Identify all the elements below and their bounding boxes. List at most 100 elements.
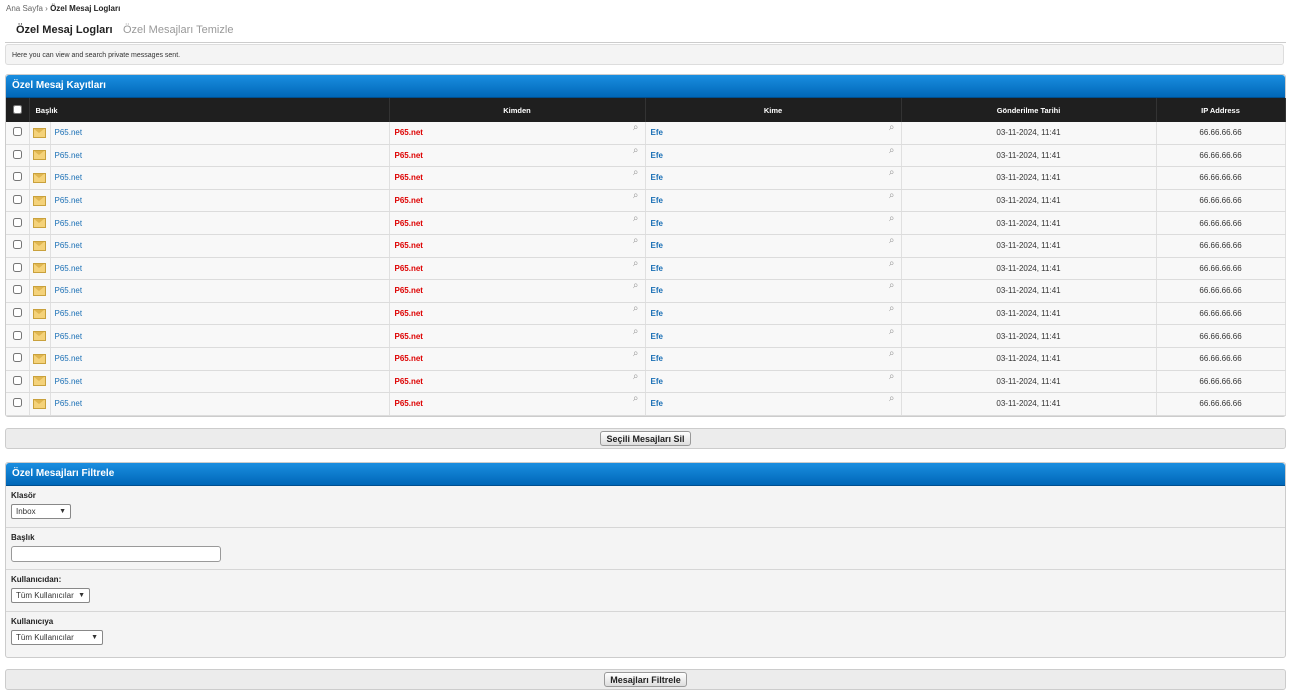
search-icon[interactable]: ⌕ [889, 393, 895, 404]
search-icon[interactable]: ⌕ [889, 348, 895, 359]
subject-link[interactable]: P65.net [51, 286, 83, 295]
column-subject[interactable]: Başlık [29, 98, 390, 122]
search-icon[interactable]: ⌕ [633, 235, 639, 246]
date-cell: 03-11-2024, 11:41 [901, 370, 1157, 394]
sender-link[interactable]: P65.net [390, 309, 423, 318]
recipient-link[interactable]: Efe [646, 309, 663, 318]
search-icon[interactable]: ⌕ [889, 371, 895, 382]
search-icon[interactable]: ⌕ [633, 145, 639, 156]
sender-link[interactable]: P65.net [390, 377, 423, 386]
search-icon[interactable]: ⌕ [889, 167, 895, 178]
subject-link[interactable]: P65.net [51, 196, 83, 205]
column-ip[interactable]: IP Address [1156, 98, 1286, 122]
search-icon[interactable]: ⌕ [889, 235, 895, 246]
search-icon[interactable]: ⌕ [633, 280, 639, 291]
search-icon[interactable]: ⌕ [889, 122, 895, 133]
search-icon[interactable]: ⌕ [633, 167, 639, 178]
subject-cell: P65.net [50, 189, 390, 213]
sender-link[interactable]: P65.net [390, 354, 423, 363]
sender-link[interactable]: P65.net [390, 264, 423, 273]
subject-link[interactable]: P65.net [51, 377, 83, 386]
recipient-link[interactable]: Efe [646, 286, 663, 295]
row-checkbox[interactable] [12, 127, 22, 137]
subject-link[interactable]: P65.net [51, 219, 83, 228]
row-checkbox[interactable] [12, 353, 22, 363]
search-icon[interactable]: ⌕ [633, 371, 639, 382]
subject-link[interactable]: P65.net [51, 241, 83, 250]
sender-link[interactable]: P65.net [390, 241, 423, 250]
row-checkbox[interactable] [12, 195, 22, 205]
delete-selected-button[interactable]: Seçili Mesajları Sil [600, 431, 691, 446]
sender-link[interactable]: P65.net [390, 399, 423, 408]
subject-link[interactable]: P65.net [51, 128, 83, 137]
row-checkbox[interactable] [12, 262, 22, 272]
tab-message-logs[interactable]: Özel Mesaj Logları [16, 24, 113, 36]
row-checkbox[interactable] [12, 285, 22, 295]
column-to[interactable]: Kime [645, 98, 902, 122]
from-cell: P65.net ⌕ [389, 279, 646, 303]
sender-link[interactable]: P65.net [390, 128, 423, 137]
select-all-checkbox[interactable] [12, 104, 22, 114]
to-user-select[interactable]: Tüm Kullanıcılar ▼ [11, 630, 103, 645]
from-user-select[interactable]: Tüm Kullanıcılar ▼ [11, 588, 90, 603]
to-cell: Efe ⌕ [645, 234, 902, 258]
search-icon[interactable]: ⌕ [633, 122, 639, 133]
search-icon[interactable]: ⌕ [633, 190, 639, 201]
sender-link[interactable]: P65.net [390, 332, 423, 341]
recipient-link[interactable]: Efe [646, 241, 663, 250]
row-checkbox[interactable] [12, 330, 22, 340]
subject-link[interactable]: P65.net [51, 264, 83, 273]
search-icon[interactable]: ⌕ [889, 303, 895, 314]
row-checkbox[interactable] [12, 172, 22, 182]
sender-link[interactable]: P65.net [390, 151, 423, 160]
subject-link[interactable]: P65.net [51, 309, 83, 318]
subject-link[interactable]: P65.net [51, 332, 83, 341]
recipient-link[interactable]: Efe [646, 151, 663, 160]
sender-link[interactable]: P65.net [390, 286, 423, 295]
row-checkbox[interactable] [12, 375, 22, 385]
search-icon[interactable]: ⌕ [889, 280, 895, 291]
subject-link[interactable]: P65.net [51, 354, 83, 363]
search-icon[interactable]: ⌕ [633, 326, 639, 337]
search-icon[interactable]: ⌕ [633, 258, 639, 269]
sender-link[interactable]: P65.net [390, 219, 423, 228]
sender-link[interactable]: P65.net [390, 173, 423, 182]
subject-link[interactable]: P65.net [51, 399, 83, 408]
recipient-link[interactable]: Efe [646, 264, 663, 273]
recipient-link[interactable]: Efe [646, 196, 663, 205]
search-icon[interactable]: ⌕ [633, 348, 639, 359]
row-checkbox[interactable] [12, 308, 22, 318]
row-checkbox[interactable] [12, 240, 22, 250]
filter-messages-button[interactable]: Mesajları Filtrele [604, 672, 687, 687]
column-date[interactable]: Gönderilme Tarihi [901, 98, 1157, 122]
recipient-link[interactable]: Efe [646, 173, 663, 182]
subject-cell: P65.net [50, 347, 390, 371]
subject-input[interactable] [11, 546, 221, 562]
row-checkbox[interactable] [12, 398, 22, 408]
row-checkbox[interactable] [12, 217, 22, 227]
recipient-link[interactable]: Efe [646, 128, 663, 137]
recipient-link[interactable]: Efe [646, 399, 663, 408]
recipient-link[interactable]: Efe [646, 332, 663, 341]
ip-cell: 66.66.66.66 [1156, 257, 1286, 281]
search-icon[interactable]: ⌕ [889, 326, 895, 337]
subject-link[interactable]: P65.net [51, 151, 83, 160]
search-icon[interactable]: ⌕ [889, 258, 895, 269]
column-from[interactable]: Kimden [389, 98, 646, 122]
sender-link[interactable]: P65.net [390, 196, 423, 205]
search-icon[interactable]: ⌕ [633, 393, 639, 404]
tab-prune-messages[interactable]: Özel Mesajları Temizle [123, 24, 233, 36]
row-checkbox[interactable] [12, 149, 22, 159]
search-icon[interactable]: ⌕ [889, 145, 895, 156]
recipient-link[interactable]: Efe [646, 377, 663, 386]
recipient-link[interactable]: Efe [646, 219, 663, 228]
search-icon[interactable]: ⌕ [633, 213, 639, 224]
search-icon[interactable]: ⌕ [889, 213, 895, 224]
subject-link[interactable]: P65.net [51, 173, 83, 182]
folder-select[interactable]: Inbox ▼ [11, 504, 71, 519]
search-icon[interactable]: ⌕ [889, 190, 895, 201]
subject-cell: P65.net [50, 234, 390, 258]
breadcrumb-home[interactable]: Ana Sayfa [6, 4, 43, 13]
search-icon[interactable]: ⌕ [633, 303, 639, 314]
recipient-link[interactable]: Efe [646, 354, 663, 363]
